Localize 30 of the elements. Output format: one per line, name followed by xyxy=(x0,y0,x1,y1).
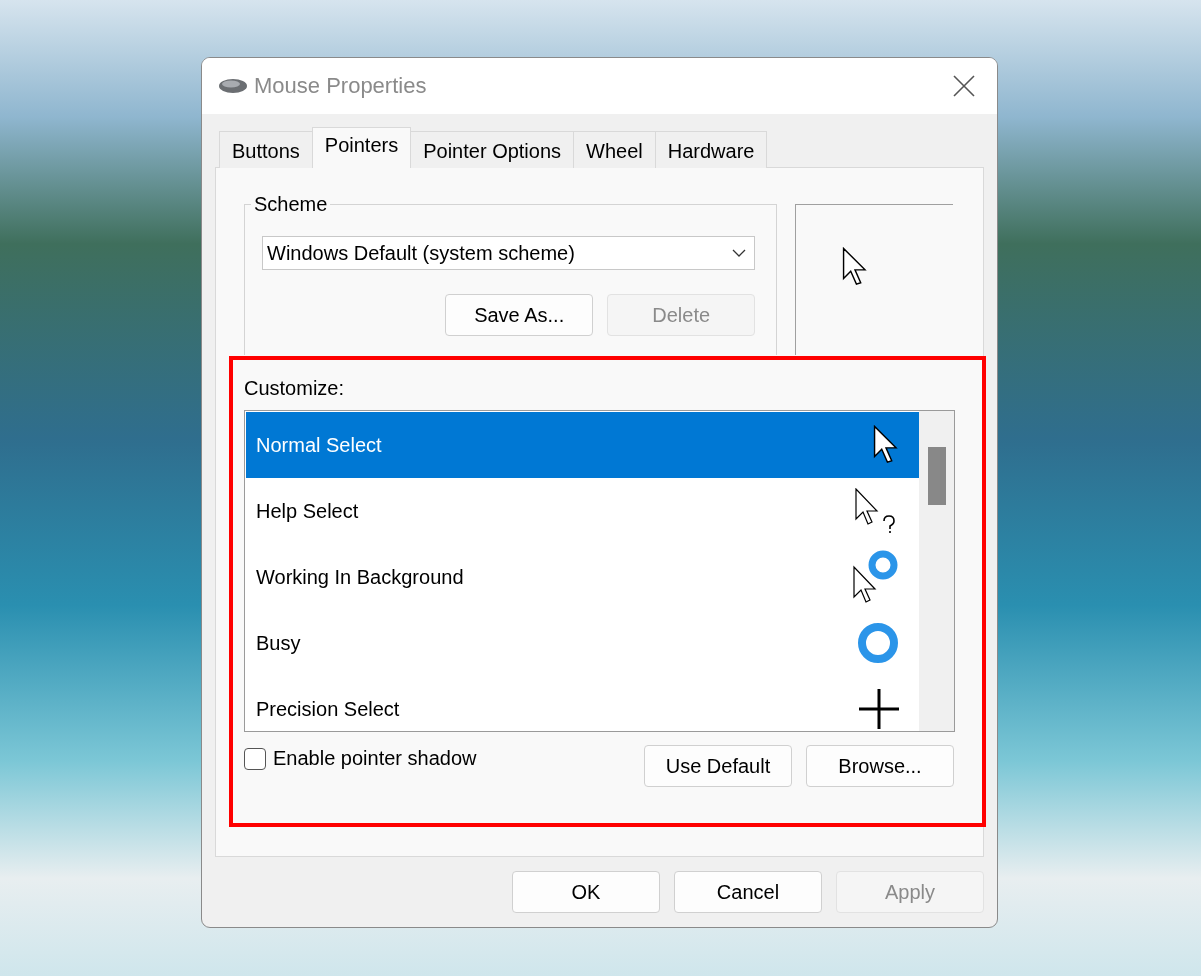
pointer-list-item[interactable]: Normal Select xyxy=(246,412,919,478)
pointer-list-item[interactable]: Busy xyxy=(246,610,919,676)
pointer-list-item[interactable]: Help Select xyxy=(246,478,919,544)
pointer-list-item[interactable]: Working In Background xyxy=(246,544,919,610)
scheme-button[interactable]: Save As... xyxy=(445,294,594,336)
dialog-button[interactable]: OK xyxy=(512,871,660,913)
close-icon[interactable] xyxy=(953,75,975,97)
dialog-button[interactable]: Cancel xyxy=(674,871,822,913)
mouse-icon xyxy=(218,78,248,94)
scrollbar[interactable] xyxy=(919,411,954,731)
chevron-down-icon xyxy=(732,249,747,257)
window-title: Mouse Properties xyxy=(254,73,428,99)
working-pointer-icon xyxy=(853,549,899,605)
scheme-dropdown[interactable]: Windows Default (system scheme) xyxy=(262,236,756,270)
tab[interactable]: Wheel xyxy=(573,131,656,168)
tab[interactable]: Buttons xyxy=(219,131,313,168)
shadow-checkbox[interactable]: Enable pointer shadow xyxy=(244,747,477,770)
arrow-pointer-icon xyxy=(842,247,869,287)
arrow-pointer-icon xyxy=(873,425,899,465)
scrollbar-thumb[interactable] xyxy=(927,447,946,505)
tab[interactable]: Pointer Options xyxy=(410,131,575,168)
list-button[interactable]: Use Default xyxy=(644,745,792,787)
pointer-list-item[interactable]: Precision Select xyxy=(246,676,919,742)
tab[interactable]: Hardware xyxy=(654,131,768,168)
tab[interactable]: Pointers xyxy=(311,127,412,168)
list-button[interactable]: Browse... xyxy=(806,745,954,787)
customize-label: Customize: xyxy=(244,377,346,400)
crosshair-icon xyxy=(859,689,899,729)
checkbox-icon[interactable] xyxy=(244,747,266,770)
busy-ring-icon xyxy=(857,622,899,664)
